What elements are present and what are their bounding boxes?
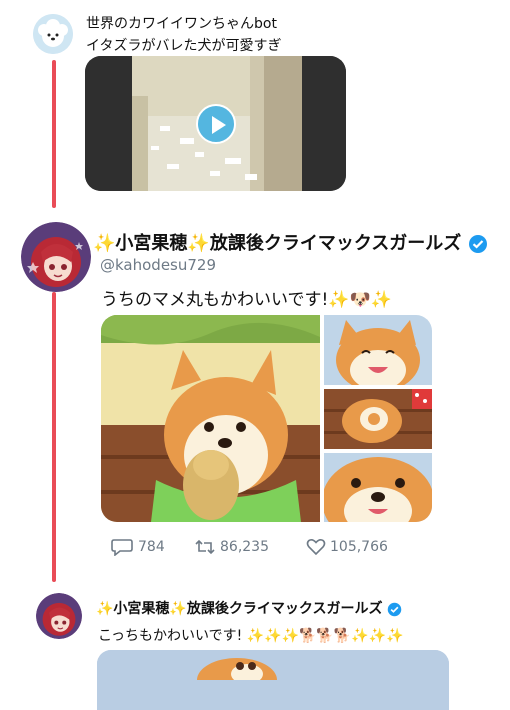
avatar[interactable] [36, 593, 82, 639]
tweet-text: うちのマメ丸もかわいいです!✨🐶✨ [101, 290, 392, 310]
display-name[interactable]: ✨小宮果穂✨放課後クライマックスガールズ [93, 229, 488, 255]
play-icon[interactable] [196, 104, 236, 144]
shiba-curled-drawing [324, 389, 432, 449]
photo-partial[interactable] [97, 650, 449, 710]
photo-middle-right[interactable] [324, 389, 432, 449]
anime-girl-avatar-image [21, 222, 91, 292]
verified-icon [388, 602, 402, 616]
image-grid [101, 315, 432, 522]
retweet-icon [195, 539, 215, 555]
retweet-count: 86,235 [220, 539, 269, 555]
shiba-closeup-drawing [322, 453, 432, 522]
display-name-text: ✨小宮果穂✨放課後クライマックスガールズ [96, 601, 383, 617]
reply-icon [111, 539, 133, 556]
photo-top-right[interactable] [324, 315, 432, 392]
like-icon [306, 539, 326, 556]
shiba-dog-drawing [101, 315, 320, 522]
like-button[interactable]: 105,766 [306, 538, 388, 556]
avatar[interactable] [21, 222, 91, 292]
display-name[interactable]: 世界のカワイイワンちゃんbot [86, 13, 277, 33]
tweet-actions: 784 86,235 105,766 [110, 538, 388, 556]
tweet-text: こっちもかわいいです! ✨✨✨🐕🐕🐕✨✨✨ [98, 628, 404, 644]
retweet-button[interactable]: 86,235 [194, 538, 306, 556]
reply-button[interactable]: 784 [110, 538, 194, 556]
like-count: 105,766 [330, 539, 388, 555]
photo-main[interactable] [101, 315, 320, 522]
user-handle[interactable]: @kahodesu729 [100, 256, 216, 274]
shiba-smiling-drawing [324, 315, 432, 392]
white-dog-avatar-image [33, 14, 73, 54]
thread-line [52, 60, 56, 208]
video-thumbnail[interactable] [85, 56, 346, 191]
verified-icon [468, 235, 487, 253]
anime-girl-avatar-image [36, 593, 82, 639]
reply-count: 784 [138, 539, 165, 555]
avatar[interactable] [33, 14, 73, 54]
dog-paw-drawing [97, 650, 449, 702]
tweet-text: イタズラがバレた犬が可愛すぎ [86, 38, 282, 54]
display-name-text: ✨小宮果穂✨放課後クライマックスガールズ [93, 233, 462, 254]
thread-line [52, 292, 56, 582]
display-name[interactable]: ✨小宮果穂✨放課後クライマックスガールズ [96, 598, 402, 618]
photo-bottom-right[interactable] [322, 453, 432, 522]
